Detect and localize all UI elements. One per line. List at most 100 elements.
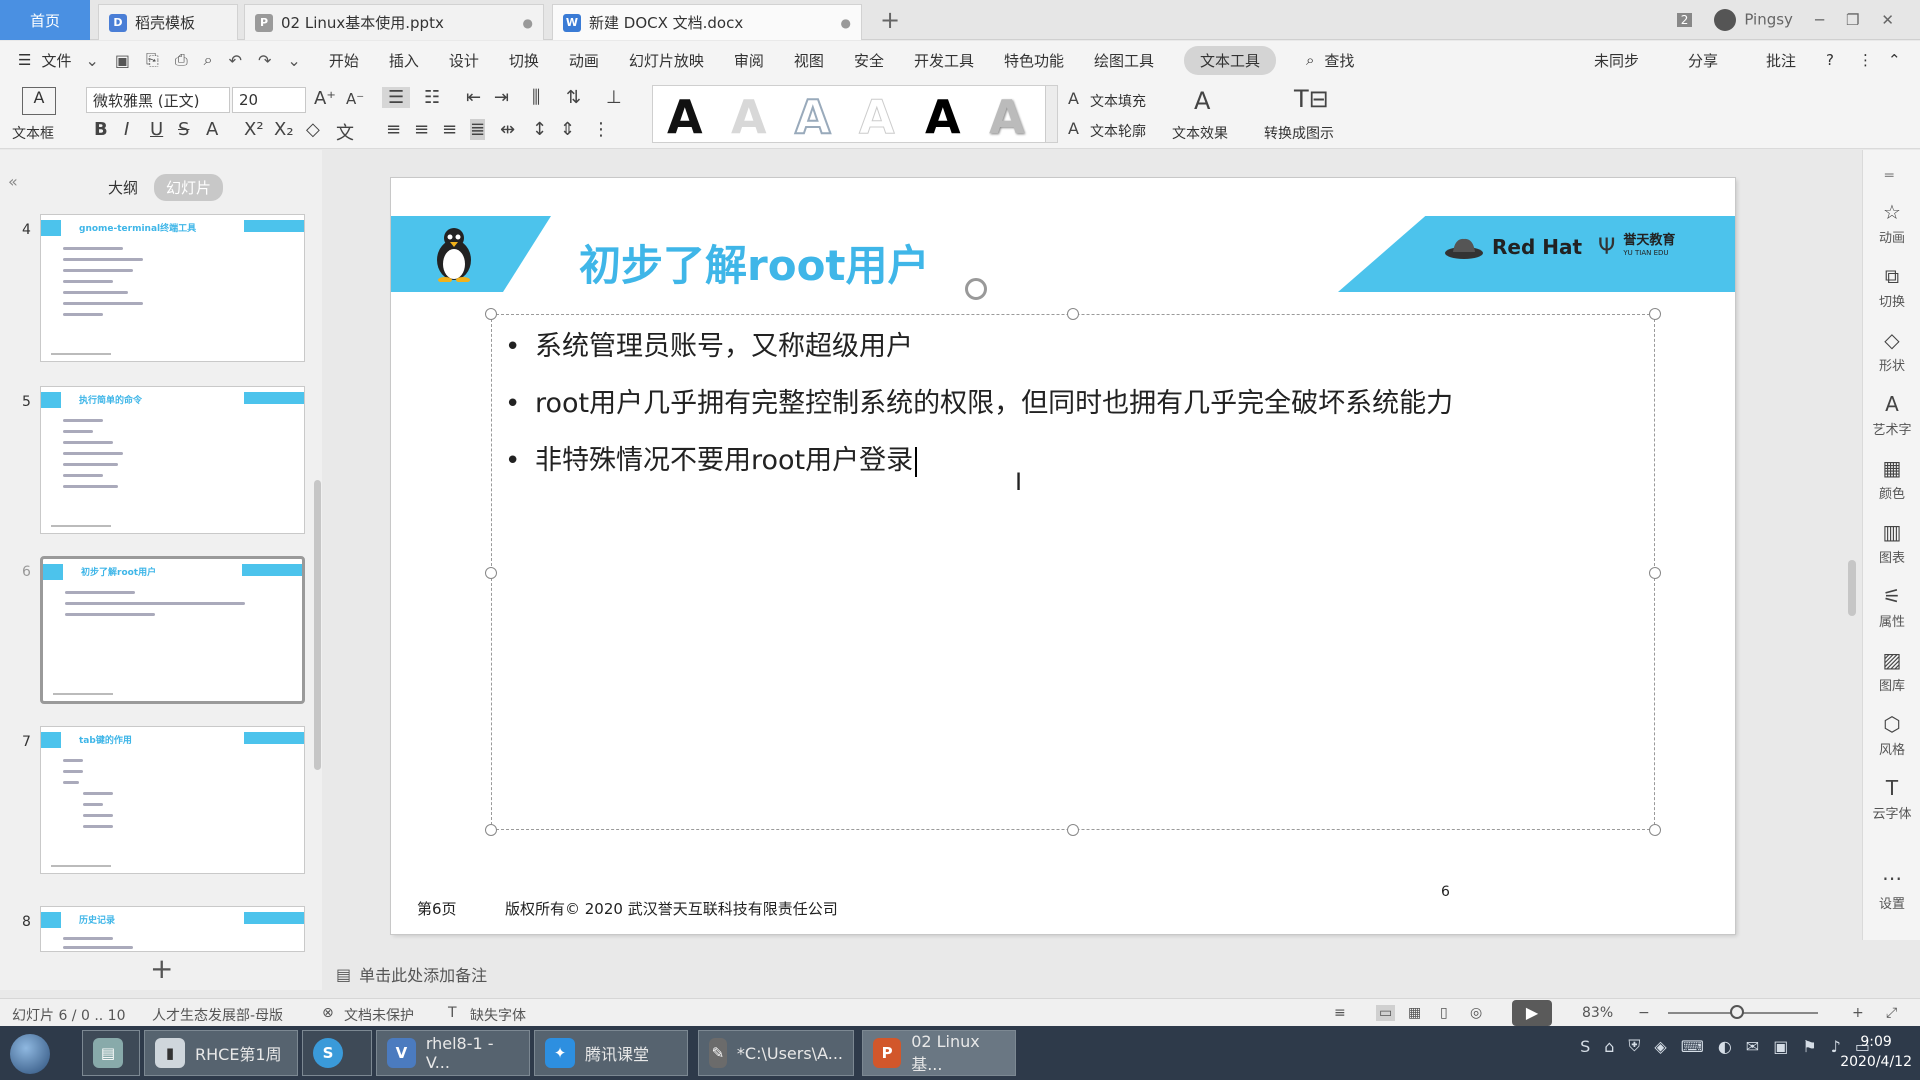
normal-view-icon[interactable]: ▭ <box>1376 1005 1396 1021</box>
keyboard-icon[interactable]: ⌨ <box>1681 1037 1704 1056</box>
collapse-panel-icon[interactable]: « <box>8 172 18 191</box>
redo-icon[interactable]: ↷ <box>258 51 271 70</box>
zoom-out-icon[interactable]: − <box>1638 1005 1650 1021</box>
style-faint[interactable]: A <box>859 90 896 145</box>
pane-cloud-font[interactable]: T 云字体 <box>1863 776 1920 822</box>
share-button[interactable]: 分享 <box>1688 50 1718 71</box>
sogou-tray-icon[interactable]: S <box>1580 1037 1590 1056</box>
bullet-list-icon[interactable]: ☰ <box>382 87 411 108</box>
line-spacing-icon[interactable]: ↕ <box>532 119 547 140</box>
more-icon[interactable]: ⋮ <box>1858 51 1873 69</box>
preview-icon[interactable]: ⌕ <box>204 50 213 70</box>
reading-view-icon[interactable]: ▯ <box>1440 1005 1448 1021</box>
canvas-scrollbar[interactable] <box>1848 560 1856 616</box>
undo-icon[interactable]: ↶ <box>229 51 242 70</box>
align-center-icon[interactable]: ≡ <box>414 119 429 140</box>
numbered-list-icon[interactable]: ☷ <box>424 87 440 108</box>
pane-color[interactable]: ▦ 颜色 <box>1863 456 1920 502</box>
taskbar-item[interactable]: ▮ RHCE第1周 <box>144 1030 298 1076</box>
menu-slideshow[interactable]: 幻灯片放映 <box>629 50 704 71</box>
bold-icon[interactable]: B <box>94 119 108 140</box>
style-outline[interactable]: A <box>794 89 832 145</box>
font-name-select[interactable]: 微软雅黑 (正文) <box>86 87 230 113</box>
notes-placeholder[interactable]: 单击此处添加备注 <box>359 962 487 986</box>
text-outline-icon[interactable]: A <box>1068 119 1079 138</box>
textbox-button[interactable]: 文本框 <box>12 123 54 143</box>
style-gallery-scroll[interactable] <box>1045 86 1057 142</box>
zoom-slider-knob[interactable] <box>1730 1005 1744 1019</box>
search-button[interactable]: 查找 <box>1324 50 1354 71</box>
subscript-icon[interactable]: X₂ <box>274 119 294 140</box>
comment-button[interactable]: 批注 <box>1766 50 1796 71</box>
textbox-icon[interactable]: A <box>22 87 56 115</box>
strikethrough-icon[interactable]: S <box>178 119 189 140</box>
text-effect-icon[interactable]: A <box>1194 87 1210 115</box>
restore-icon[interactable]: ❐ <box>1846 11 1859 29</box>
pane-wordart[interactable]: A 艺术字 <box>1863 392 1920 438</box>
tab-home[interactable]: 首页 <box>0 0 90 40</box>
menu-view[interactable]: 视图 <box>794 50 824 71</box>
menu-transition[interactable]: 切换 <box>509 50 539 71</box>
align-left-icon[interactable]: ≡ <box>386 119 401 140</box>
zoom-level[interactable]: 83% <box>1582 1005 1613 1021</box>
new-tab-button[interactable]: + <box>880 6 900 34</box>
print-icon[interactable]: ⎙ <box>175 50 188 70</box>
text-outline-button[interactable]: 文本轮廓 <box>1090 121 1146 141</box>
shield-tray-icon[interactable]: ◈ <box>1654 1037 1666 1056</box>
bullet-list[interactable]: 系统管理员账号，又称超级用户 root用户几乎拥有完整控制系统的权限，但同时也拥… <box>501 328 1453 499</box>
resize-handle[interactable] <box>485 824 497 836</box>
window-count-badge[interactable]: 2 <box>1676 13 1693 27</box>
menu-start[interactable]: 开始 <box>329 50 359 71</box>
thumbnail-scrollbar[interactable] <box>314 480 321 770</box>
style-light-gray[interactable]: A <box>731 90 767 144</box>
menu-special[interactable]: 特色功能 <box>1004 50 1064 71</box>
phonetic-icon[interactable]: 文 <box>336 119 354 145</box>
save-icon[interactable]: ▣ <box>115 51 130 70</box>
slide-thumbnail-selected[interactable]: 初步了解root用户 <box>40 556 305 704</box>
zoom-in-icon[interactable]: + <box>1852 1005 1864 1021</box>
rotate-handle-icon[interactable] <box>965 278 987 300</box>
superscript-icon[interactable]: X² <box>244 119 264 140</box>
fit-window-icon[interactable]: ⤢ <box>1886 1005 1897 1021</box>
tab-slides[interactable]: 幻灯片 <box>154 174 224 201</box>
export-icon[interactable]: ⎘ <box>146 50 159 70</box>
align-right-icon[interactable]: ≡ <box>442 119 457 140</box>
close-icon[interactable]: ✕ <box>1881 11 1894 29</box>
collapse-ribbon-icon[interactable]: ⌃ <box>1888 51 1901 69</box>
menu-review[interactable]: 审阅 <box>734 50 764 71</box>
slide-thumbnail[interactable]: gnome-terminal终端工具 <box>40 214 305 362</box>
protect-status[interactable]: 文档未保护 <box>344 1005 414 1025</box>
add-slide-icon[interactable]: + <box>150 952 173 985</box>
shrink-font-icon[interactable]: A⁻ <box>346 90 364 108</box>
underline-icon[interactable]: U <box>150 119 163 140</box>
notes-toggle-icon[interactable]: ≡ <box>1334 1005 1346 1021</box>
slide-canvas[interactable]: 初步了解root用户 Red Hat Ψ 誉天教育YU TIAN EDU 系统管… <box>391 178 1735 934</box>
tab-unsaved-dot-icon[interactable]: ● <box>523 16 533 30</box>
bullet-item[interactable]: 非特殊情况不要用root用户登录 <box>501 442 1453 499</box>
pane-properties[interactable]: ⚟ 属性 <box>1863 584 1920 630</box>
slide-sorter-icon[interactable]: ▦ <box>1408 1005 1421 1021</box>
text-fill-button[interactable]: 文本填充 <box>1090 91 1146 111</box>
style-shadow-gray[interactable]: A <box>989 90 1025 144</box>
pane-shape[interactable]: ◇ 形状 <box>1863 328 1920 374</box>
italic-icon[interactable]: I <box>124 119 129 140</box>
slide-thumbnail[interactable]: 历史记录 <box>40 906 305 952</box>
distribute-icon[interactable]: ⇹ <box>500 119 515 140</box>
columns-icon[interactable]: ⫼ <box>532 87 540 108</box>
customize-icon[interactable]: ⌄ <box>287 51 300 70</box>
text-direction-icon[interactable]: ⇅ <box>566 87 581 108</box>
convert-diagram-button[interactable]: 转换成图示 <box>1264 123 1334 143</box>
resize-handle[interactable] <box>1649 308 1661 320</box>
bullet-item[interactable]: 系统管理员账号，又称超级用户 <box>501 328 1453 385</box>
style-solid-black[interactable]: A <box>667 90 703 144</box>
paragraph-spacing-icon[interactable]: ⇕ <box>560 119 575 140</box>
resize-handle[interactable] <box>1067 308 1079 320</box>
pane-menu-icon[interactable]: ═ <box>1885 168 1893 184</box>
menu-drawing-tools[interactable]: 绘图工具 <box>1094 50 1154 71</box>
tray-app-icon[interactable]: ◐ <box>1718 1037 1732 1056</box>
slide-thumbnail[interactable]: tab键的作用 <box>40 726 305 874</box>
pane-settings[interactable]: ⋯ 设置 <box>1863 866 1920 912</box>
tab-pptx[interactable]: P 02 Linux基本使用.pptx ● <box>244 4 544 40</box>
text-effect-button[interactable]: 文本效果 <box>1172 123 1228 143</box>
pane-style[interactable]: ⬡ 风格 <box>1863 712 1920 758</box>
